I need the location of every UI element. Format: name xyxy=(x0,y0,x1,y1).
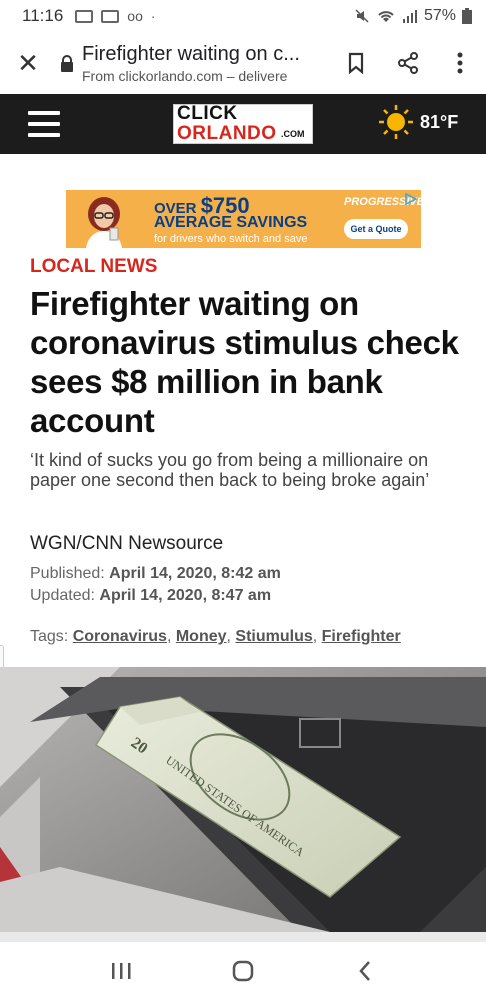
system-nav-bar xyxy=(0,942,486,999)
battery-icon xyxy=(462,8,472,24)
tag-link[interactable]: Money xyxy=(176,628,227,645)
logo-text-orlando: ORLANDO xyxy=(177,123,277,144)
article-headline: Firefighter waiting on coronavirus stimu… xyxy=(30,285,459,439)
browser-toolbar: ✕ Firefighter waiting on c... From click… xyxy=(0,32,486,94)
published-label: Published: xyxy=(30,565,105,582)
home-icon[interactable] xyxy=(223,951,263,991)
ad-subheadline: AVERAGE SAVINGS xyxy=(154,214,308,231)
tag-link[interactable]: Stiumulus xyxy=(235,628,312,645)
share-icon[interactable] xyxy=(382,51,434,75)
close-icon[interactable]: ✕ xyxy=(0,48,56,79)
url-area[interactable]: Firefighter waiting on c... From clickor… xyxy=(78,43,330,84)
tag-link[interactable]: Coronavirus xyxy=(73,628,167,645)
site-logo[interactable]: CLICK ORLANDO .COM xyxy=(173,103,313,144)
updated-value: April 14, 2020, 8:47 am xyxy=(99,587,272,604)
logo-text-com: .COM xyxy=(281,129,305,139)
page-title: Firefighter waiting on c... xyxy=(82,42,300,65)
article-photo[interactable]: UNITED STATES OF AMERICA 20 xyxy=(0,667,486,932)
lock-icon xyxy=(56,54,78,72)
bookmark-icon[interactable] xyxy=(330,52,382,74)
article-dek: ‘It kind of sucks you go from being a mi… xyxy=(30,450,430,490)
page-url: From clickorlando.com – delivere xyxy=(82,67,288,84)
atm-cash-image: UNITED STATES OF AMERICA 20 xyxy=(0,667,486,932)
logo-text-click: CLICK xyxy=(177,103,238,124)
wifi-icon xyxy=(378,11,394,22)
status-system-icons: 57% xyxy=(354,7,472,25)
menu-icon[interactable] xyxy=(28,111,60,137)
mail-icon xyxy=(101,9,120,23)
dot-icon: · xyxy=(150,8,156,24)
updated-date: Updated: April 14, 2020, 8:47 am xyxy=(30,587,271,605)
voicemail-icon: oo xyxy=(127,8,143,24)
published-date: Published: April 14, 2020, 8:42 am xyxy=(30,565,281,583)
image-icon xyxy=(75,9,94,23)
back-icon[interactable] xyxy=(345,951,385,991)
tags-label: Tags: xyxy=(30,628,69,645)
recent-apps-icon[interactable] xyxy=(101,951,141,991)
ad-get-quote-button[interactable]: Get a Quote xyxy=(344,219,408,239)
sun-icon xyxy=(379,105,413,139)
byline: WGN/CNN Newsource xyxy=(30,533,224,554)
weather-widget[interactable]: 81°F xyxy=(378,104,458,140)
more-vert-icon[interactable] xyxy=(434,52,486,74)
content-divider xyxy=(0,932,486,942)
ad-person-image xyxy=(86,197,122,248)
updated-label: Updated: xyxy=(30,587,95,604)
battery-percent: 57% xyxy=(423,7,456,24)
tag-link[interactable]: Firefighter xyxy=(322,628,401,645)
mute-icon xyxy=(355,9,369,23)
ad-banner[interactable]: OVER $750 AVERAGE SAVINGS for drivers wh… xyxy=(66,190,421,248)
status-notification-icons: oo · xyxy=(75,8,156,24)
status-bar: 11:16 oo · 57% xyxy=(0,0,486,32)
ad-tagline: for drivers who switch and save xyxy=(154,233,308,245)
signal-icon xyxy=(402,10,417,23)
published-value: April 14, 2020, 8:42 am xyxy=(109,565,281,582)
tags: Tags: Coronavirus, Money, Stiumulus, Fir… xyxy=(30,628,401,645)
temperature: 81°F xyxy=(420,111,459,132)
adchoices-icon[interactable] xyxy=(404,192,418,206)
section-kicker[interactable]: LOCAL NEWS xyxy=(30,256,157,278)
status-time: 11:16 xyxy=(22,6,64,25)
